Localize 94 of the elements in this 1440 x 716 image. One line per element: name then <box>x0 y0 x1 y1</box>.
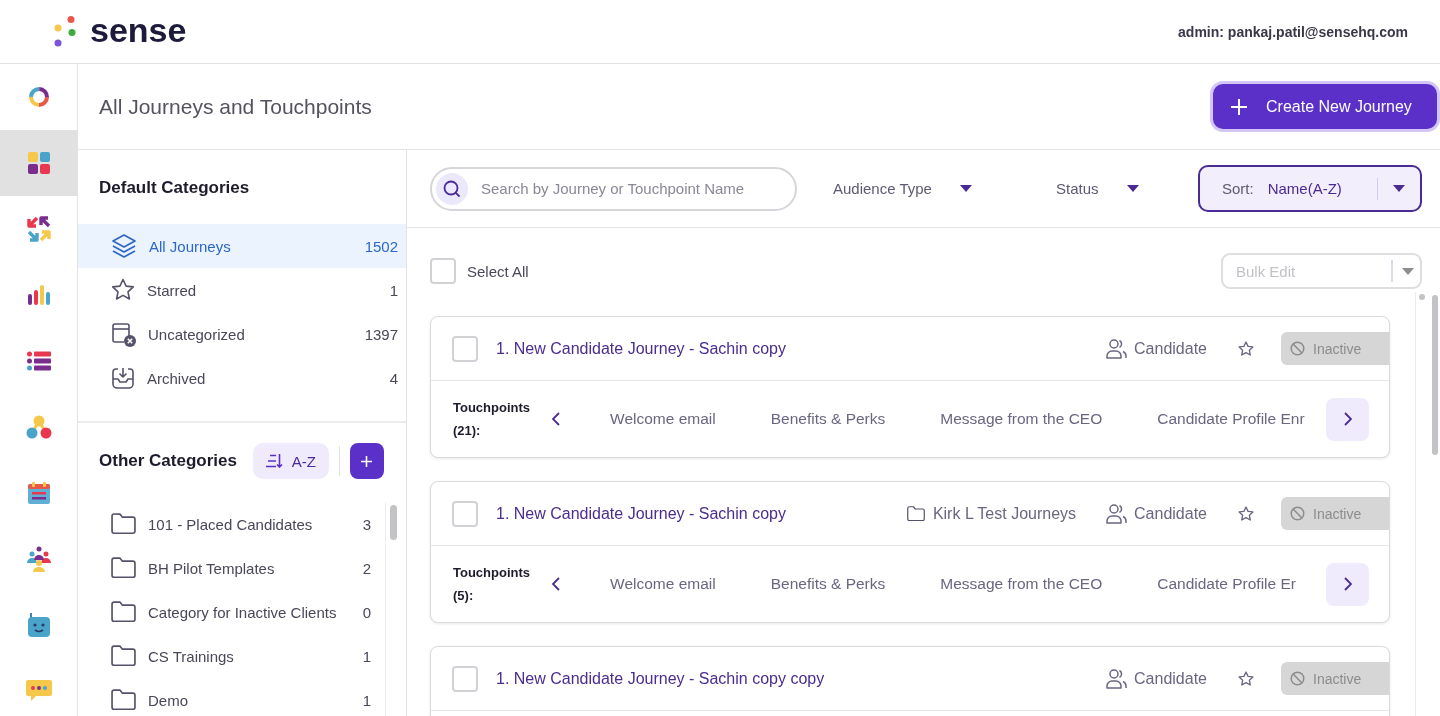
caret-icon <box>1126 185 1139 192</box>
select-all-checkbox[interactable] <box>430 258 456 284</box>
layers-icon <box>111 233 137 259</box>
grid-icon <box>27 152 50 174</box>
status-label: Inactive <box>1313 670 1362 687</box>
category-item[interactable]: All Journeys 1502 <box>78 224 406 268</box>
touchpoint-item[interactable]: Candidate Profile Er <box>1157 575 1296 593</box>
bar-chart-icon <box>27 285 50 305</box>
chevron-left-icon[interactable] <box>552 412 561 426</box>
scrollbar-thumb[interactable] <box>1432 295 1438 455</box>
touchpoints-label: Touchpoints (21): <box>453 398 531 440</box>
folder-item[interactable]: CS Trainings 1 <box>78 634 385 678</box>
plus-icon <box>361 455 373 467</box>
window-x-icon <box>111 321 136 347</box>
section-heading: Other Categories <box>99 451 237 471</box>
chevron-right-icon <box>1343 577 1352 591</box>
category-item[interactable]: Starred 1 <box>78 268 406 312</box>
folder-icon <box>906 505 925 522</box>
folder-item[interactable]: BH Pilot Templates 2 <box>78 546 385 590</box>
plus-icon <box>1231 98 1247 115</box>
folder-item[interactable]: Demo 1 <box>78 678 385 716</box>
audience-label: Candidate <box>1134 504 1207 523</box>
section-heading: Default Categories <box>99 177 251 199</box>
scrollbar[interactable] <box>1415 292 1440 716</box>
logo-icon <box>54 16 76 47</box>
category-item[interactable]: Uncategorized 1397 <box>78 312 406 356</box>
journey-title-link[interactable]: 1. New Candidate Journey - Sachin copy <box>496 339 786 357</box>
inbox-download-icon <box>111 366 135 390</box>
page-title: All Journeys and Touchpoints <box>99 94 372 119</box>
star-icon[interactable] <box>1238 340 1254 357</box>
folder-icon <box>111 513 136 535</box>
chevron-right-icon <box>1343 412 1352 426</box>
star-icon[interactable] <box>1238 670 1254 687</box>
touchpoints-label: Touchpoints (5): <box>453 563 531 605</box>
journey-title-link[interactable]: 1. New Candidate Journey - Sachin copy <box>496 504 786 522</box>
folder-icon <box>111 601 136 623</box>
search-icon <box>436 172 468 205</box>
folder-label: Kirk L Test Journeys <box>932 504 1077 523</box>
touchpoint-item[interactable]: Candidate Profile Enr <box>1157 410 1305 428</box>
star-icon <box>111 278 135 302</box>
folder-item[interactable]: Category for Inactive Clients 0 <box>78 590 385 634</box>
create-journey-button[interactable]: Create New Journey <box>1213 84 1437 129</box>
chat-icon <box>25 680 52 702</box>
audience-label: Candidate <box>1134 669 1207 688</box>
ban-icon <box>1290 506 1305 521</box>
dot-icon <box>1419 294 1425 300</box>
arrows-icon <box>25 216 52 242</box>
audience-label: Candidate <box>1134 339 1207 358</box>
ban-icon <box>1290 341 1305 356</box>
folder-icon <box>111 557 136 579</box>
journey-title-link[interactable]: 1. New Candidate Journey - Sachin copy copy <box>496 669 825 687</box>
folder-icon <box>111 689 136 711</box>
search-field[interactable]: Search by Journey or Touchpoint Name <box>430 166 797 211</box>
sort-dropdown[interactable]: Sort: Name(A-Z) <box>1198 165 1422 212</box>
filter-dropdown[interactable]: Audience Type <box>833 180 972 197</box>
next-button[interactable] <box>1326 562 1369 606</box>
filter-dropdown[interactable]: Status <box>1055 180 1139 197</box>
touchpoint-item[interactable]: Welcome email <box>610 575 716 593</box>
add-category-button[interactable] <box>349 443 384 479</box>
chevron-left-icon[interactable] <box>552 577 561 591</box>
checkbox[interactable] <box>452 335 478 362</box>
status-label: Inactive <box>1313 505 1362 522</box>
scrollbar-thumb[interactable] <box>390 505 397 540</box>
logo-text: sense <box>90 12 187 47</box>
people-icon <box>1106 338 1128 359</box>
calendar-icon <box>27 482 50 504</box>
status-label: Inactive <box>1313 340 1362 357</box>
people-icon <box>1106 668 1128 689</box>
category-item[interactable]: Archived 4 <box>78 356 406 400</box>
list-icon <box>26 351 51 371</box>
touchpoint-item[interactable]: Message from the CEO <box>940 410 1103 428</box>
star-icon[interactable] <box>1238 505 1254 522</box>
sort-icon <box>265 454 283 468</box>
folder-item[interactable]: 101 - Placed Candidates 3 <box>78 502 385 546</box>
touchpoint-item[interactable]: Benefits & Perks <box>770 575 886 593</box>
checkbox[interactable] <box>452 665 478 692</box>
people-icon <box>25 546 52 572</box>
caret-icon <box>1393 185 1405 192</box>
folder-icon <box>111 645 136 667</box>
nodes-icon <box>25 415 52 439</box>
touchpoint-item[interactable]: Message from the CEO <box>940 575 1103 593</box>
touchpoint-item[interactable]: Welcome email <box>610 410 716 428</box>
ban-icon <box>1290 671 1305 686</box>
robot-icon <box>27 613 50 637</box>
select-all-label: Select All <box>467 262 529 280</box>
sort-az-button[interactable]: A-Z <box>252 443 329 479</box>
next-button[interactable] <box>1326 397 1369 441</box>
user-label: admin: pankaj.patil@sensehq.com <box>1178 23 1408 40</box>
people-icon <box>1106 503 1128 524</box>
checkbox[interactable] <box>452 500 478 527</box>
ring-icon <box>26 85 51 109</box>
touchpoint-item[interactable]: Benefits & Perks <box>770 410 886 428</box>
caret-icon <box>1402 267 1414 275</box>
caret-icon <box>959 185 972 192</box>
